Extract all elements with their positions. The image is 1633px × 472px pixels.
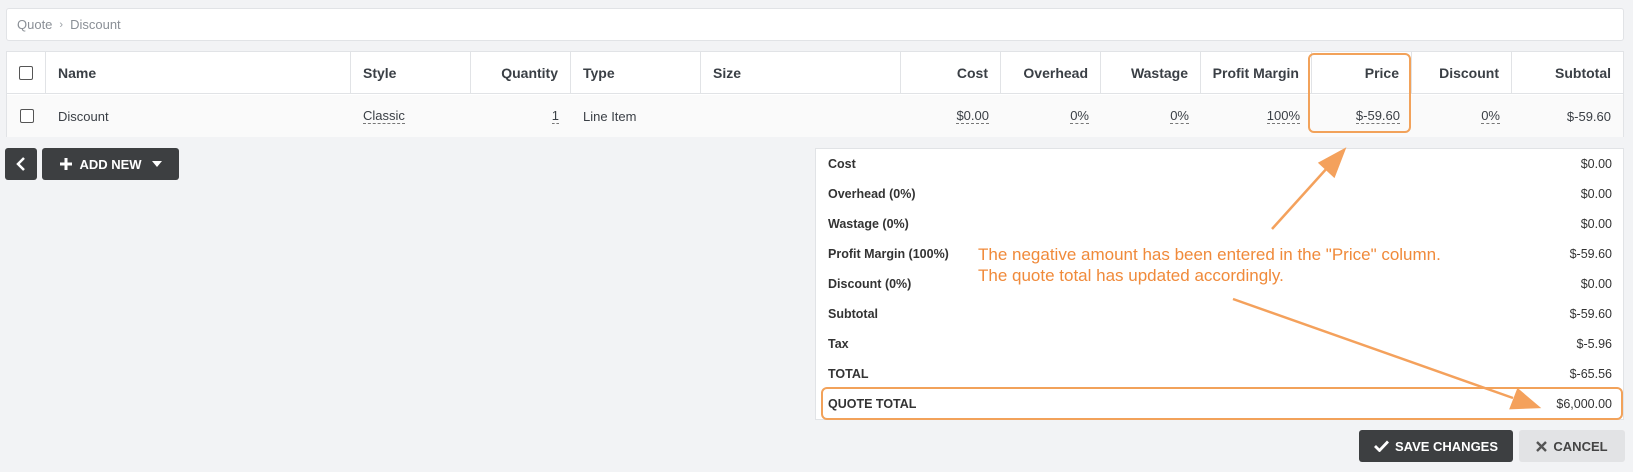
arrow-to-quote-total (1232, 297, 1514, 400)
annotation-arrows (1232, 147, 1542, 410)
arrow-to-price (1271, 166, 1329, 230)
arrow-head-quote-total (1509, 387, 1542, 410)
